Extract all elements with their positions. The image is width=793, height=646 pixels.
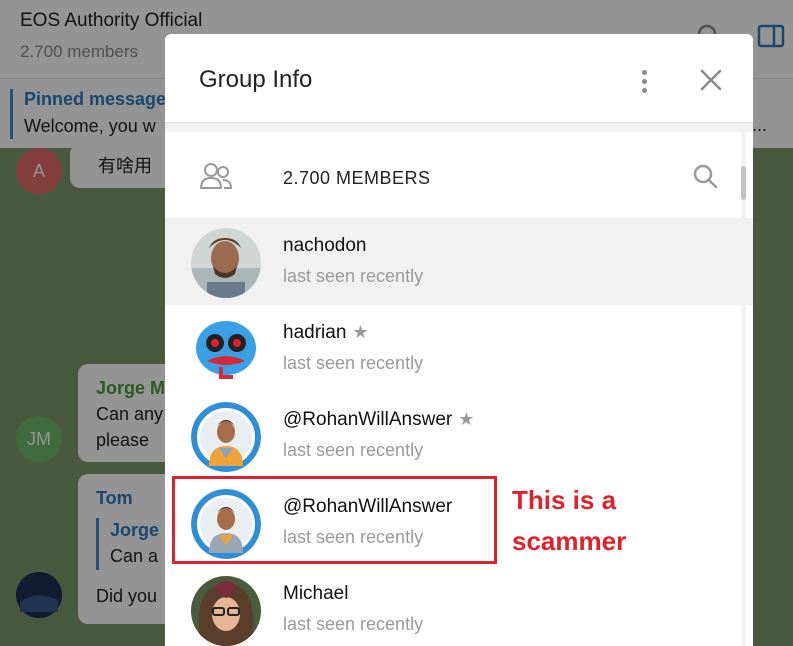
avatar — [191, 228, 261, 298]
members-count: 2.700 MEMBERS — [283, 168, 431, 188]
member-status: last seen recently — [283, 440, 424, 460]
annotation-label: This is a scammer — [512, 485, 627, 556]
star-icon: ★ — [458, 409, 475, 429]
highlight-box — [172, 476, 497, 564]
star-icon: ★ — [352, 322, 369, 342]
modal-title: Group Info — [199, 66, 313, 93]
members-icon — [199, 163, 233, 189]
search-icon[interactable] — [691, 162, 719, 190]
member-row[interactable]: Michael last seen recently — [165, 566, 753, 646]
avatar — [191, 402, 261, 472]
member-name: Michael — [283, 583, 349, 604]
avatar — [191, 315, 261, 385]
close-icon[interactable] — [695, 64, 727, 96]
members-header: 2.700 MEMBERS — [165, 132, 753, 218]
member-status: last seen recently — [283, 266, 424, 286]
member-row[interactable]: nachodon last seen recently — [165, 218, 753, 305]
member-row[interactable]: @RohanWillAnswer ★ last seen recently — [165, 392, 753, 479]
member-name: hadrian ★ — [283, 322, 369, 344]
member-status: last seen recently — [283, 353, 424, 373]
member-status: last seen recently — [283, 614, 424, 634]
member-name: @RohanWillAnswer ★ — [283, 409, 474, 431]
member-name-text: hadrian — [283, 322, 347, 343]
divider — [165, 122, 753, 132]
member-name-text: @RohanWillAnswer — [283, 409, 453, 430]
member-name: nachodon — [283, 235, 367, 256]
member-row[interactable]: hadrian ★ last seen recently — [165, 305, 753, 392]
more-vertical-icon[interactable] — [629, 64, 659, 98]
avatar — [191, 576, 261, 646]
